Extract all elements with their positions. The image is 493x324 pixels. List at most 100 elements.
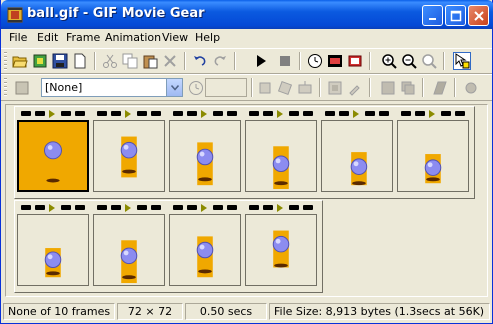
- toolbar-separator: [94, 52, 96, 70]
- save-disk-icon: [52, 53, 68, 69]
- toolbar-separator: [443, 52, 445, 70]
- cut-button[interactable]: [101, 52, 119, 70]
- open-button[interactable]: [11, 52, 29, 70]
- paste-clipboard-icon: [143, 55, 158, 69]
- sprocket-hole: [111, 111, 121, 116]
- flip-icon: [298, 81, 312, 94]
- toolbar-separator: [369, 52, 371, 70]
- frame-arrow-icon: [125, 204, 131, 212]
- paste-button[interactable]: [141, 52, 159, 70]
- menu-file[interactable]: File: [9, 31, 27, 44]
- play-button[interactable]: [252, 52, 270, 70]
- menu-bar: File Edit Frame Animation View Help: [1, 29, 492, 48]
- minimize-button[interactable]: [422, 5, 443, 26]
- sprocket-hole: [151, 111, 161, 116]
- sprocket-hole: [213, 111, 223, 116]
- frame-properties-button[interactable]: [346, 52, 364, 70]
- timing-button[interactable]: [306, 52, 324, 70]
- save-button[interactable]: [51, 52, 69, 70]
- toolbar-grip[interactable]: [4, 78, 7, 97]
- add-frame-button[interactable]: [462, 79, 480, 97]
- eyedropper-button[interactable]: [346, 79, 364, 97]
- ball-frame-image: [272, 230, 290, 268]
- status-file-size: File Size: 8,913 bytes (1.3secs at 56K): [269, 303, 490, 320]
- close-icon: [473, 10, 484, 21]
- sprocket-hole: [325, 111, 335, 116]
- ball-frame-image: [120, 136, 138, 178]
- wizard-button[interactable]: [31, 52, 49, 70]
- zoom-out-button[interactable]: [400, 52, 418, 70]
- play-icon: [257, 55, 266, 67]
- maximize-button[interactable]: [445, 5, 466, 26]
- zoom-reset-button[interactable]: [420, 52, 438, 70]
- frame-thumbnail[interactable]: [17, 120, 89, 192]
- app-icon[interactable]: [7, 7, 23, 23]
- sprocket-hole: [227, 205, 237, 210]
- delete-button[interactable]: [161, 52, 179, 70]
- frame-arrow-icon: [277, 110, 283, 118]
- eyedropper-icon: [349, 85, 360, 96]
- frame-thumbnail[interactable]: [93, 120, 165, 192]
- copy-button[interactable]: [121, 52, 139, 70]
- menu-view[interactable]: View: [162, 31, 188, 44]
- transparency-icon: [433, 81, 447, 95]
- status-dimensions: 72 × 72: [117, 303, 183, 320]
- frame-thumbnail[interactable]: [397, 120, 469, 192]
- frame-thumbnail[interactable]: [93, 214, 165, 286]
- flip-button[interactable]: [296, 79, 314, 97]
- frame-arrow-icon: [125, 110, 131, 118]
- delay-input[interactable]: [205, 78, 247, 97]
- ball-frame-image: [44, 248, 62, 278]
- title-bar[interactable]: ball.gif - GIF Movie Gear: [1, 0, 493, 29]
- scissors-icon: [103, 54, 117, 68]
- transparency-button[interactable]: [431, 79, 449, 97]
- frame-arrow-icon: [49, 204, 55, 212]
- palette-dropdown-button[interactable]: [166, 79, 182, 96]
- toolbar-separator: [422, 78, 424, 97]
- menu-help[interactable]: Help: [195, 31, 220, 44]
- ball-frame-image: [272, 146, 290, 190]
- undo-button[interactable]: [191, 52, 209, 70]
- filmstrip-button[interactable]: [326, 52, 344, 70]
- sprocket-hole: [75, 205, 85, 210]
- frame-thumbnail[interactable]: [17, 214, 89, 286]
- frame-thumbnail[interactable]: [169, 214, 241, 286]
- resize-button[interactable]: [326, 79, 344, 97]
- frame-arrow-icon: [277, 204, 283, 212]
- ball-frame-image: [120, 240, 138, 284]
- clock-icon: [189, 81, 203, 95]
- optimize-button[interactable]: [379, 79, 397, 97]
- sprocket-row: [15, 203, 322, 213]
- sprocket-hole: [75, 111, 85, 116]
- frame-thumbnail[interactable]: [245, 120, 317, 192]
- minimize-icon: [428, 17, 436, 20]
- stop-button[interactable]: [276, 52, 294, 70]
- context-help-button[interactable]: [453, 52, 471, 70]
- new-button[interactable]: [71, 52, 89, 70]
- frame-thumbnail[interactable]: [245, 214, 317, 286]
- crop-button[interactable]: [256, 79, 274, 97]
- toolbar-separator: [454, 78, 456, 97]
- frame-workspace[interactable]: [5, 104, 488, 297]
- filmstrip-row-1: [14, 106, 475, 199]
- wizard-icon: [33, 54, 47, 68]
- frame-thumbnail[interactable]: [321, 120, 393, 192]
- close-button[interactable]: [468, 5, 489, 26]
- reduce-colors-button[interactable]: [399, 79, 417, 97]
- rotate-button[interactable]: [276, 79, 294, 97]
- frame-thumbnail[interactable]: [169, 120, 241, 192]
- redo-button[interactable]: [211, 52, 229, 70]
- sprocket-hole: [111, 205, 121, 210]
- resize-icon: [328, 81, 342, 95]
- new-document-icon: [74, 53, 86, 69]
- menu-frame[interactable]: Frame: [66, 31, 100, 44]
- ball-frame-image: [196, 142, 214, 186]
- menu-edit[interactable]: Edit: [37, 31, 58, 44]
- ball-frame-image: [196, 236, 214, 278]
- palette-select[interactable]: [None]: [41, 78, 183, 97]
- sprocket-hole: [137, 205, 147, 210]
- zoom-in-button[interactable]: [380, 52, 398, 70]
- toolbar-grip[interactable]: [4, 52, 7, 70]
- menu-animation[interactable]: Animation: [105, 31, 161, 44]
- frame-settings-button[interactable]: [13, 79, 31, 97]
